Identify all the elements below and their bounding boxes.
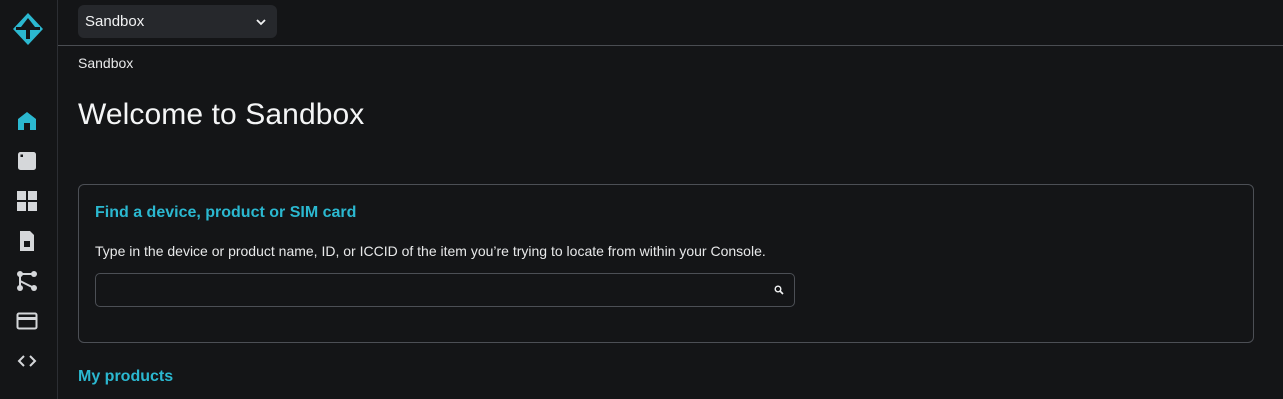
find-device-card: Find a device, product or SIM card Type … [78, 184, 1254, 343]
find-card-description: Type in the device or product name, ID, … [95, 243, 766, 259]
code-icon [17, 355, 37, 367]
sidebar-item-documents[interactable] [14, 228, 40, 254]
sidebar-item-integrations[interactable] [14, 268, 40, 294]
topbar: Sandbox [58, 0, 1283, 46]
logo-icon[interactable] [11, 11, 45, 47]
dashboard-grid-icon [17, 191, 37, 211]
sidebar-item-devices[interactable] [14, 148, 40, 174]
device-icon [18, 152, 36, 170]
billing-card-icon [16, 312, 38, 330]
integrations-icon [17, 271, 37, 291]
sidebar-item-dashboards[interactable] [14, 188, 40, 214]
home-icon [18, 112, 36, 130]
sidebar-item-developer[interactable] [14, 348, 40, 374]
document-icon [20, 231, 34, 251]
find-card-title: Find a device, product or SIM card [95, 204, 357, 221]
search-box [95, 273, 795, 307]
my-products-heading: My products [78, 368, 174, 385]
chevron-down-icon [256, 18, 266, 25]
search-icon[interactable] [774, 285, 784, 295]
org-select-dropdown[interactable]: Sandbox [78, 5, 277, 38]
console-app: Sandbox Sandbox Welcome to Sandbox Find … [0, 0, 1283, 399]
search-input[interactable] [96, 274, 756, 306]
sidebar-item-home[interactable] [14, 108, 40, 134]
page-title: Welcome to Sandbox [78, 98, 365, 131]
breadcrumb[interactable]: Sandbox [78, 55, 133, 71]
sidebar [0, 0, 58, 399]
org-select-value: Sandbox [85, 13, 145, 30]
sidebar-item-billing[interactable] [14, 308, 40, 334]
